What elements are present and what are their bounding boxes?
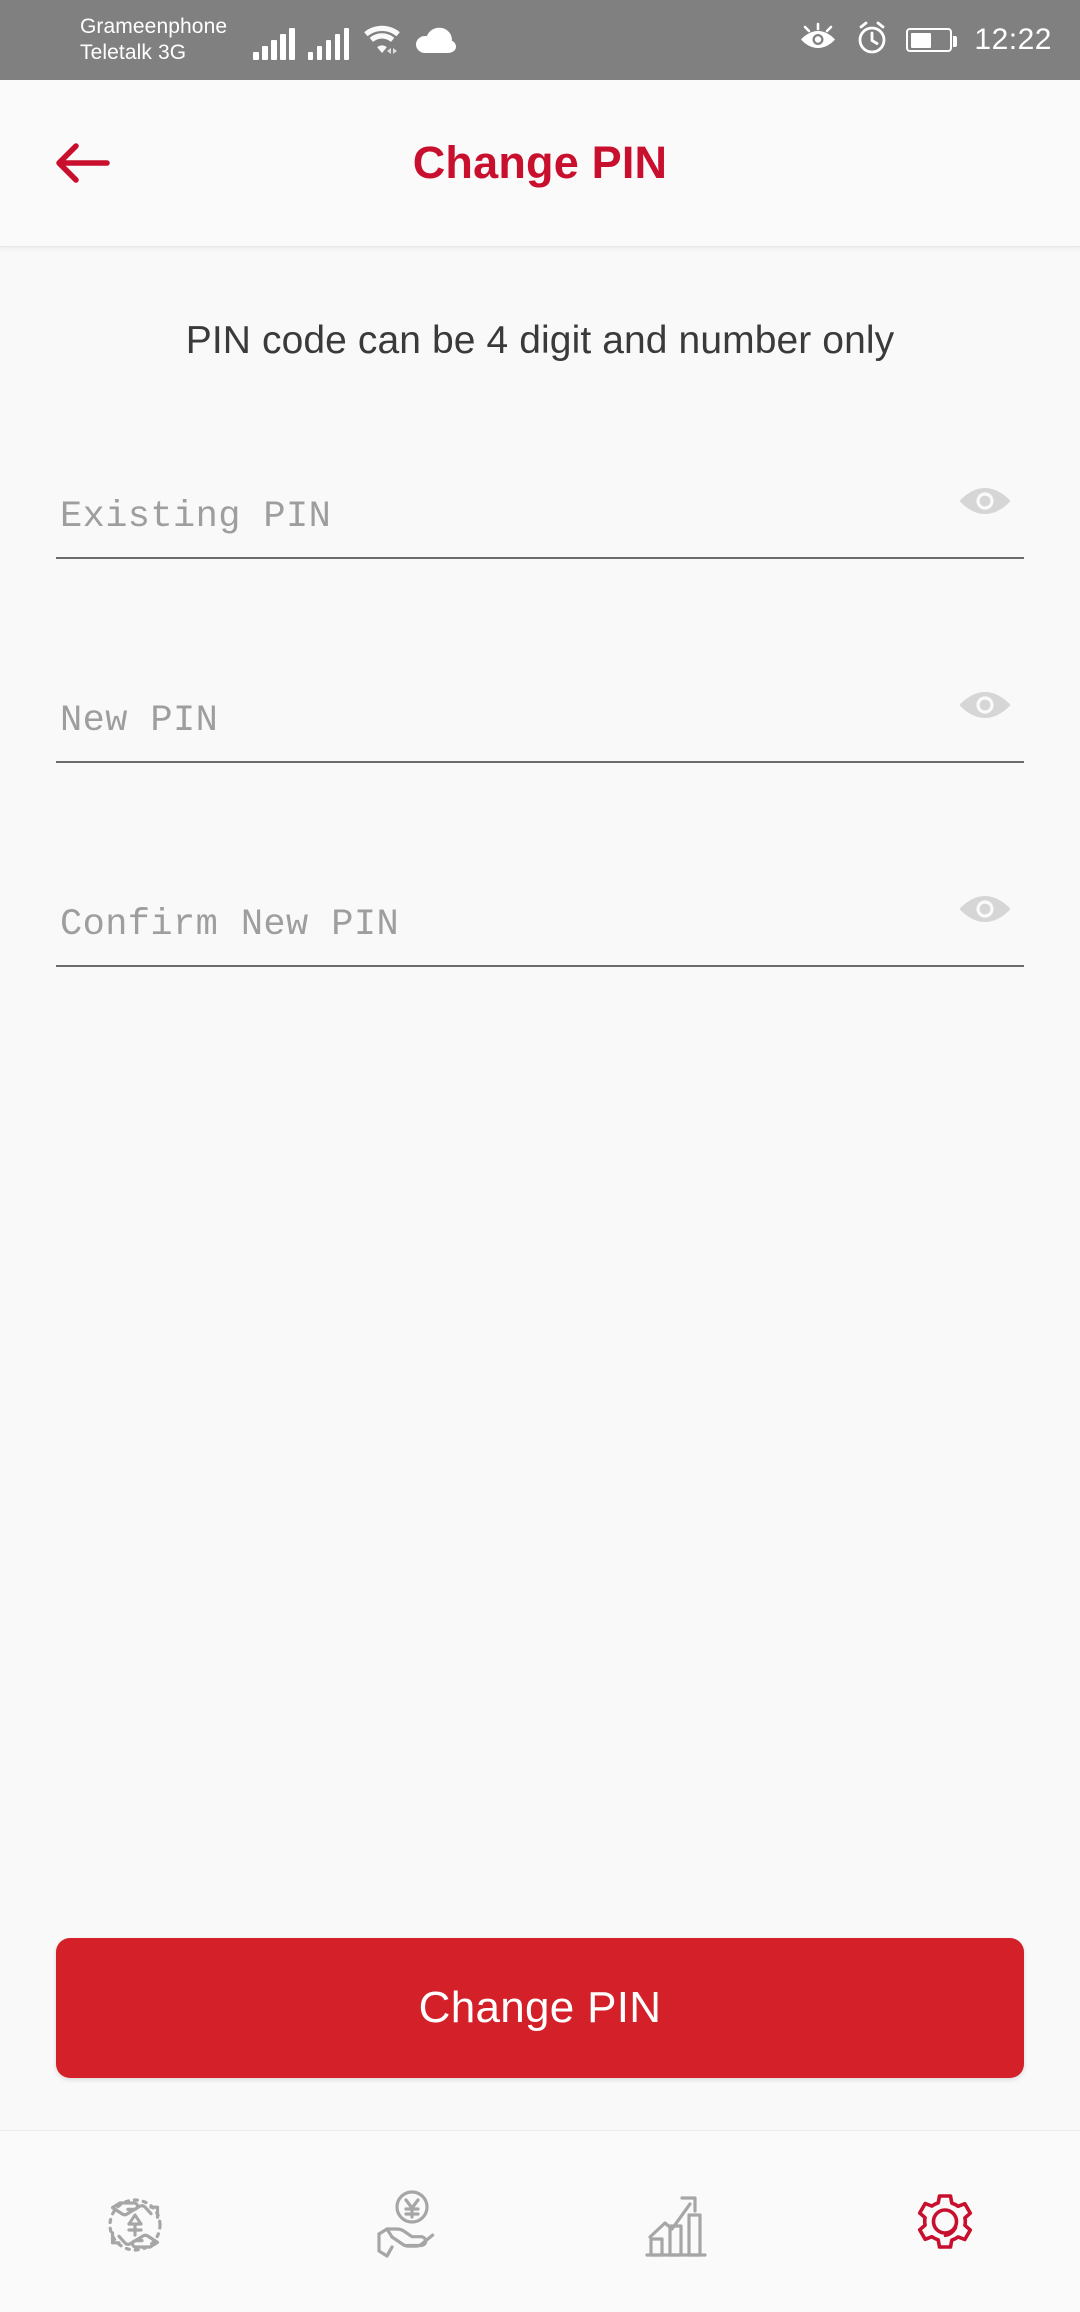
status-bar: Grameenphone Teletalk 3G 12:22 [0,0,1080,80]
alarm-clock-icon [854,20,890,61]
status-right-icons: 12:22 [798,20,1052,61]
signal-bars-sim2-icon [307,26,350,60]
status-clock: 12:22 [974,23,1052,56]
eye-icon [959,488,1011,514]
existing-pin-visibility-toggle[interactable] [950,469,1020,533]
carrier-labels: Grameenphone Teletalk 3G [80,14,227,65]
new-pin-input[interactable] [56,657,1024,761]
new-pin-underline [56,760,1024,763]
pin-hint-text: PIN code can be 4 digit and number only [185,319,895,362]
bottom-navigation [0,2130,1080,2312]
gear-icon [917,2193,973,2249]
status-left-icons [253,21,457,60]
field-confirm-new-pin [56,861,1024,997]
nav-item-receive-money[interactable] [270,2137,540,2312]
arrow-left-icon [56,143,110,183]
battery-icon [906,28,958,52]
nav-item-statistics[interactable] [540,2137,810,2312]
eye-icon [959,896,1011,922]
existing-pin-input[interactable] [56,453,1024,557]
eye-care-icon [798,21,838,60]
eye-icon [959,692,1011,718]
carrier-line-2: Teletalk 3G [80,41,187,64]
confirm-new-pin-visibility-toggle[interactable] [950,877,1020,941]
nav-item-transfer-money[interactable] [0,2137,270,2312]
wifi-icon [362,21,402,60]
signal-bars-sim1-icon [253,26,295,60]
hand-holding-coin-icon [377,2189,435,2258]
new-pin-visibility-toggle[interactable] [950,673,1020,737]
confirm-new-pin-underline [56,964,1024,967]
confirm-new-pin-input[interactable] [56,861,1024,965]
pin-fields-group [56,453,1024,997]
hands-exchange-money-icon [108,2197,162,2252]
existing-pin-underline [56,556,1024,559]
field-new-pin [56,657,1024,793]
carrier-line-1: Grameenphone [80,15,228,39]
main-content: PIN code can be 4 digit and number only [0,247,1080,2130]
change-pin-submit-button[interactable]: Change PIN [56,1938,1024,2078]
app-screen: Grameenphone Teletalk 3G 12:22 Change PI… [0,0,1080,2312]
page-title: Change PIN [412,137,668,188]
app-bar: Change PIN [0,80,1080,247]
growth-chart-icon [645,2195,707,2257]
nav-item-settings[interactable] [810,2137,1080,2312]
field-existing-pin [56,453,1024,589]
cloud-icon [415,27,457,60]
back-button[interactable] [36,117,128,209]
